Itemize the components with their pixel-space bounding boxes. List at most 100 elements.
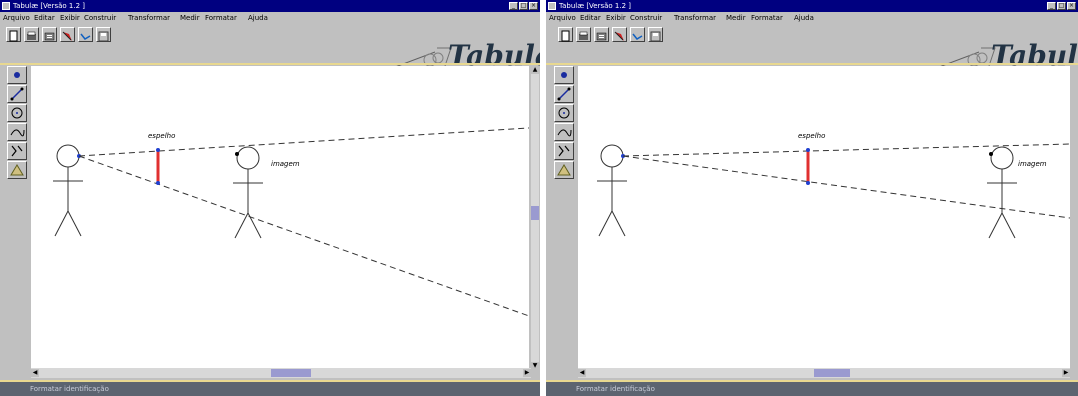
- horizontal-scroll-thumb[interactable]: [814, 369, 850, 377]
- menu-formatar[interactable]: Formatar: [751, 13, 783, 23]
- menu-arquivo[interactable]: Arquivo: [3, 13, 30, 23]
- close-button[interactable]: ×: [529, 2, 538, 10]
- line-tool-button[interactable]: [554, 85, 574, 103]
- save-button[interactable]: [96, 27, 111, 42]
- menu-transformar[interactable]: Transformar: [128, 13, 170, 23]
- menu-medir[interactable]: Medir: [726, 13, 746, 23]
- line-tool-button[interactable]: [7, 85, 27, 103]
- new-document-icon: [561, 30, 570, 42]
- menu-exibir[interactable]: Exibir: [606, 13, 626, 23]
- menu-exibir[interactable]: Exibir: [60, 13, 80, 23]
- scroll-right-arrow[interactable]: ▶: [1062, 369, 1070, 377]
- curve-tool-button-side[interactable]: [7, 123, 27, 141]
- title-bar: Tabulæ [Versão 1.2 ] _ □ ×: [546, 0, 1078, 12]
- open-button[interactable]: [576, 27, 591, 42]
- open-button[interactable]: [24, 27, 39, 42]
- image-label: imagem: [271, 160, 300, 168]
- save-icon: [650, 31, 661, 42]
- point-tool-button[interactable]: [554, 66, 574, 84]
- scroll-left-arrow[interactable]: ◀: [31, 369, 39, 377]
- menu-formatar[interactable]: Formatar: [205, 13, 237, 23]
- menu-ajuda[interactable]: Ajuda: [248, 13, 268, 23]
- point-tool-icon: [14, 72, 20, 78]
- menu-arquivo[interactable]: Arquivo: [549, 13, 576, 23]
- circle-tool-button[interactable]: [7, 104, 27, 122]
- app-icon[interactable]: [548, 2, 556, 10]
- maximize-button[interactable]: □: [1057, 2, 1066, 10]
- image-label: imagem: [1018, 160, 1047, 168]
- menu-editar[interactable]: Editar: [580, 13, 601, 23]
- measure-tool-icon: [557, 164, 571, 176]
- scroll-up-arrow[interactable]: ▲: [531, 66, 539, 74]
- measure-tool-icon: [10, 164, 24, 176]
- image-eye-point[interactable]: [989, 152, 993, 156]
- close-button[interactable]: ×: [1067, 2, 1076, 10]
- transform-tool-button[interactable]: [7, 142, 27, 160]
- horizontal-scrollbar[interactable]: ◀ ▶: [578, 368, 1070, 378]
- sight-line-lower: [78, 155, 530, 317]
- circle-tool-button[interactable]: [554, 104, 574, 122]
- menu-editar[interactable]: Editar: [34, 13, 55, 23]
- mirror-top-point[interactable]: [156, 148, 160, 152]
- save-button[interactable]: [648, 27, 663, 42]
- menu-medir[interactable]: Medir: [180, 13, 200, 23]
- observer-figure: [53, 144, 83, 237]
- point-tool-button[interactable]: [7, 66, 27, 84]
- minimize-button[interactable]: _: [1047, 2, 1056, 10]
- horizontal-scrollbar[interactable]: ◀ ▶: [31, 368, 531, 378]
- horizontal-scroll-thumb[interactable]: [271, 369, 311, 377]
- status-bar: Formatar identificação: [546, 382, 1078, 396]
- scroll-left-arrow[interactable]: ◀: [578, 369, 586, 377]
- scroll-down-arrow[interactable]: ▼: [531, 362, 539, 370]
- save-icon: [98, 31, 109, 42]
- window-title: Tabulæ [Versão 1.2 ]: [13, 2, 86, 10]
- sight-line-upper: [78, 127, 530, 157]
- image-figure: [233, 146, 263, 239]
- tabulae-window-right: Tabulæ [Versão 1.2 ] _ □ × Arquivo Edita…: [546, 0, 1078, 396]
- open-icon: [27, 31, 36, 40]
- accent-line: [0, 63, 540, 65]
- curve-tool-button-side[interactable]: [554, 123, 574, 141]
- mirror-label: espelho: [798, 132, 825, 140]
- new-document-button[interactable]: [558, 27, 573, 42]
- vertical-scrollbar[interactable]: ▲ ▼: [531, 66, 539, 370]
- image-eye-point[interactable]: [235, 152, 239, 156]
- mirror-bottom-point[interactable]: [806, 181, 810, 185]
- drawing-canvas[interactable]: espelho imagem: [578, 66, 1071, 370]
- red-arrow-button[interactable]: [612, 27, 627, 42]
- transform-tool-button[interactable]: [554, 142, 574, 160]
- minimize-button[interactable]: _: [509, 2, 518, 10]
- curve-tool-icon: [632, 33, 643, 40]
- observer-figure: [597, 144, 627, 237]
- curve-tool-icon: [10, 129, 25, 137]
- menu-construir[interactable]: Construir: [630, 13, 662, 23]
- mirror-top-point[interactable]: [806, 148, 810, 152]
- toolbar: Tabulæ: [0, 24, 540, 72]
- red-arrow-button[interactable]: [60, 27, 75, 42]
- print-button[interactable]: [42, 27, 57, 42]
- maximize-button[interactable]: □: [519, 2, 528, 10]
- vertical-scroll-thumb[interactable]: [531, 206, 539, 220]
- mirror-bottom-point[interactable]: [156, 181, 160, 185]
- menu-bar: Arquivo Editar Exibir Construir Transfor…: [546, 12, 1078, 24]
- menu-construir[interactable]: Construir: [84, 13, 116, 23]
- menu-ajuda[interactable]: Ajuda: [794, 13, 814, 23]
- print-button[interactable]: [594, 27, 609, 42]
- curve-tool-button[interactable]: [630, 27, 645, 42]
- circle-tool-icon: [11, 107, 23, 119]
- new-document-icon: [9, 30, 18, 42]
- red-arrow-icon: [62, 31, 72, 41]
- scroll-right-arrow[interactable]: ▶: [523, 369, 531, 377]
- red-arrow-icon: [614, 31, 624, 41]
- app-icon[interactable]: [2, 2, 10, 10]
- construction-toolbox: [552, 66, 578, 370]
- menu-transformar[interactable]: Transformar: [674, 13, 716, 23]
- window-title: Tabulæ [Versão 1.2 ]: [559, 2, 632, 10]
- curve-tool-button[interactable]: [78, 27, 93, 42]
- mirror-label: espelho: [148, 132, 175, 140]
- new-document-button[interactable]: [6, 27, 21, 42]
- measure-tool-button[interactable]: [7, 161, 27, 179]
- measure-tool-button[interactable]: [554, 161, 574, 179]
- drawing-canvas[interactable]: espelho imagem: [31, 66, 530, 370]
- transform-tool-icon: [11, 145, 23, 157]
